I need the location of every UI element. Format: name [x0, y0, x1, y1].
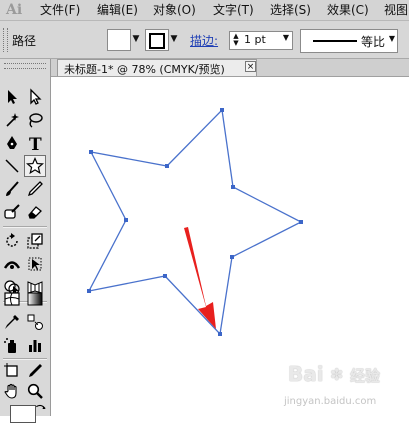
type-tool-icon[interactable]: T [25, 133, 45, 153]
document-tab[interactable]: 未标题-1* @ 78% (CMYK/预览) [57, 59, 257, 76]
lasso-tool-icon[interactable] [25, 110, 45, 130]
paw-logo-icon: ✽ [330, 365, 344, 384]
gradient-tool-icon[interactable] [25, 289, 45, 309]
selection-type-label: 路径 [12, 34, 37, 48]
zoom-tool-icon[interactable] [25, 381, 45, 401]
menu-view[interactable]: 视图 [384, 2, 408, 18]
anchor-point[interactable] [87, 289, 91, 293]
watermark-brand: Bai [288, 362, 324, 386]
anchor-point[interactable] [165, 164, 169, 168]
svg-text:T: T [29, 135, 42, 152]
anchor-point[interactable] [89, 150, 93, 154]
mesh-tool-icon[interactable] [2, 289, 22, 309]
star-path[interactable] [87, 108, 303, 336]
stroke-dropdown-icon[interactable]: ▼ [168, 29, 180, 49]
hand-tool-icon[interactable] [2, 381, 22, 401]
anchor-point[interactable] [220, 108, 224, 112]
blob-brush-tool-icon[interactable] [2, 202, 22, 222]
menu-select[interactable]: 选择(S) [270, 2, 311, 18]
magic-wand-tool-icon[interactable] [2, 110, 22, 130]
watermark-url: jingyan.baidu.com [284, 396, 377, 407]
fill-dropdown-icon[interactable]: ▼ [130, 29, 142, 49]
stroke-square-icon [149, 33, 165, 49]
paintbrush-tool-icon[interactable] [2, 179, 22, 199]
anchor-point[interactable] [299, 220, 303, 224]
toolbox-divider [3, 358, 47, 360]
direct-selection-tool-icon[interactable] [25, 87, 45, 107]
pencil-tool-icon[interactable] [25, 179, 45, 199]
anchor-point[interactable] [231, 185, 235, 189]
toolbox-divider [3, 226, 47, 228]
eyedropper-tool-icon[interactable] [2, 312, 22, 332]
control-bar-grip[interactable] [3, 28, 8, 52]
menu-effect[interactable]: 效果(C) [327, 2, 369, 18]
column-graph-tool-icon[interactable] [25, 335, 45, 355]
profile-line-preview [313, 40, 357, 42]
menu-file[interactable]: 文件(F) [40, 2, 80, 18]
rotate-tool-icon[interactable] [2, 231, 22, 251]
stroke-color-swatch[interactable] [145, 29, 169, 51]
document-tab-title: 未标题-1* @ 78% (CMYK/预览) [64, 63, 225, 76]
stroke-profile-label: 等比 [361, 35, 386, 49]
slice-tool-icon[interactable] [25, 361, 45, 381]
anchor-point[interactable] [163, 274, 167, 278]
swap-fill-stroke-icon[interactable] [34, 402, 48, 416]
stroke-weight-field[interactable]: ▲ ▼ 1 pt ▼ [229, 31, 293, 50]
document-tab-strip: 未标题-1* @ 78% (CMYK/预览) × [51, 59, 409, 77]
anchor-point[interactable] [218, 332, 222, 336]
close-icon[interactable]: × [245, 61, 256, 72]
control-bar: 路径 ▼ ▼ 描边: ▲ ▼ 1 pt ▼ 等比 ▼ [0, 21, 409, 59]
tools-panel: T [0, 59, 51, 423]
chevron-down-icon[interactable]: ▼ [283, 33, 289, 42]
watermark: Bai ✽ 经验 jingyan.baidu.com [282, 362, 406, 412]
width-tool-icon[interactable] [2, 254, 22, 274]
free-transform-tool-icon[interactable] [25, 254, 45, 274]
artboard-tool-icon[interactable] [2, 361, 22, 381]
tools-panel-grip[interactable] [4, 63, 46, 69]
selection-tool-icon[interactable] [2, 87, 22, 107]
anchor-points [87, 108, 303, 336]
stroke-panel-link[interactable]: 描边: [190, 32, 218, 49]
menu-edit[interactable]: 编辑(E) [97, 2, 138, 18]
menu-type[interactable]: 文字(T) [213, 2, 254, 18]
stepper-arrows-icon[interactable]: ▲ ▼ [232, 33, 240, 47]
blend-tool-icon[interactable] [25, 312, 45, 332]
app-logo: Ai [6, 2, 23, 18]
watermark-suffix: 经验 [350, 367, 381, 385]
stroke-weight-value: 1 pt [244, 33, 266, 46]
stroke-profile-select[interactable]: 等比 ▼ [300, 29, 398, 53]
menu-object[interactable]: 对象(O) [153, 2, 196, 18]
star-tool-icon[interactable] [24, 155, 46, 177]
fill-stroke-swatch[interactable] [10, 405, 36, 423]
pen-tool-icon[interactable] [2, 133, 22, 153]
anchor-point[interactable] [230, 255, 234, 259]
chevron-down-icon[interactable]: ▼ [389, 34, 395, 43]
scale-tool-icon[interactable] [25, 231, 45, 251]
fill-color-swatch[interactable] [107, 29, 131, 51]
anchor-point[interactable] [124, 218, 128, 222]
line-segment-tool-icon[interactable] [2, 156, 22, 176]
menu-bar: Ai 文件(F) 编辑(E) 对象(O) 文字(T) 选择(S) 效果(C) 视… [0, 0, 409, 21]
eraser-tool-icon[interactable] [25, 202, 45, 222]
symbol-sprayer-tool-icon[interactable] [2, 335, 22, 355]
